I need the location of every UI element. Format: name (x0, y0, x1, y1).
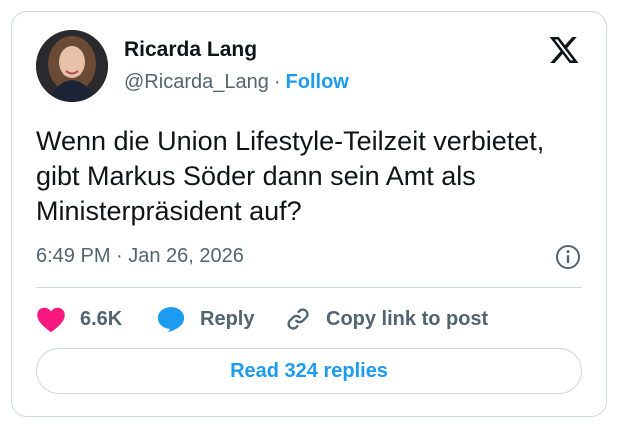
author-name[interactable]: Ricarda Lang (124, 38, 257, 62)
reply-icon (157, 307, 185, 333)
avatar-image (36, 30, 108, 102)
reply-label: Reply (200, 307, 255, 330)
author-handle[interactable]: @Ricarda_Lang (124, 71, 269, 93)
like-button[interactable]: 6.6K (36, 305, 156, 333)
divider (36, 287, 582, 288)
reply-button[interactable]: Reply (156, 305, 284, 333)
action-bar: 6.6K Reply Copy link to post (36, 302, 488, 336)
tweet-text: Wenn die Union Lifestyle-Teilzeit verbie… (36, 126, 545, 226)
read-replies-label: Read 324 replies (230, 359, 388, 382)
heart-icon (37, 307, 65, 333)
like-count: 6.6K (80, 307, 123, 330)
avatar[interactable] (36, 30, 108, 102)
read-replies-button[interactable]: Read 324 replies (36, 348, 582, 394)
follow-button[interactable]: Follow (286, 71, 349, 93)
author-handle-row: @Ricarda_Lang · Follow (124, 71, 349, 94)
tweet-card: Ricarda Lang @Ricarda_Lang · Follow Wenn d… (11, 11, 607, 417)
copy-link-label: Copy link to post (326, 307, 489, 330)
info-icon[interactable] (555, 244, 581, 270)
separator-dot: · (273, 71, 281, 93)
x-logo-icon[interactable] (548, 34, 580, 66)
link-icon (287, 308, 309, 330)
copy-link-button[interactable]: Copy link to post (284, 305, 488, 333)
tweet-timestamp[interactable]: 6:49 PM · Jan 26, 2026 (36, 245, 244, 268)
